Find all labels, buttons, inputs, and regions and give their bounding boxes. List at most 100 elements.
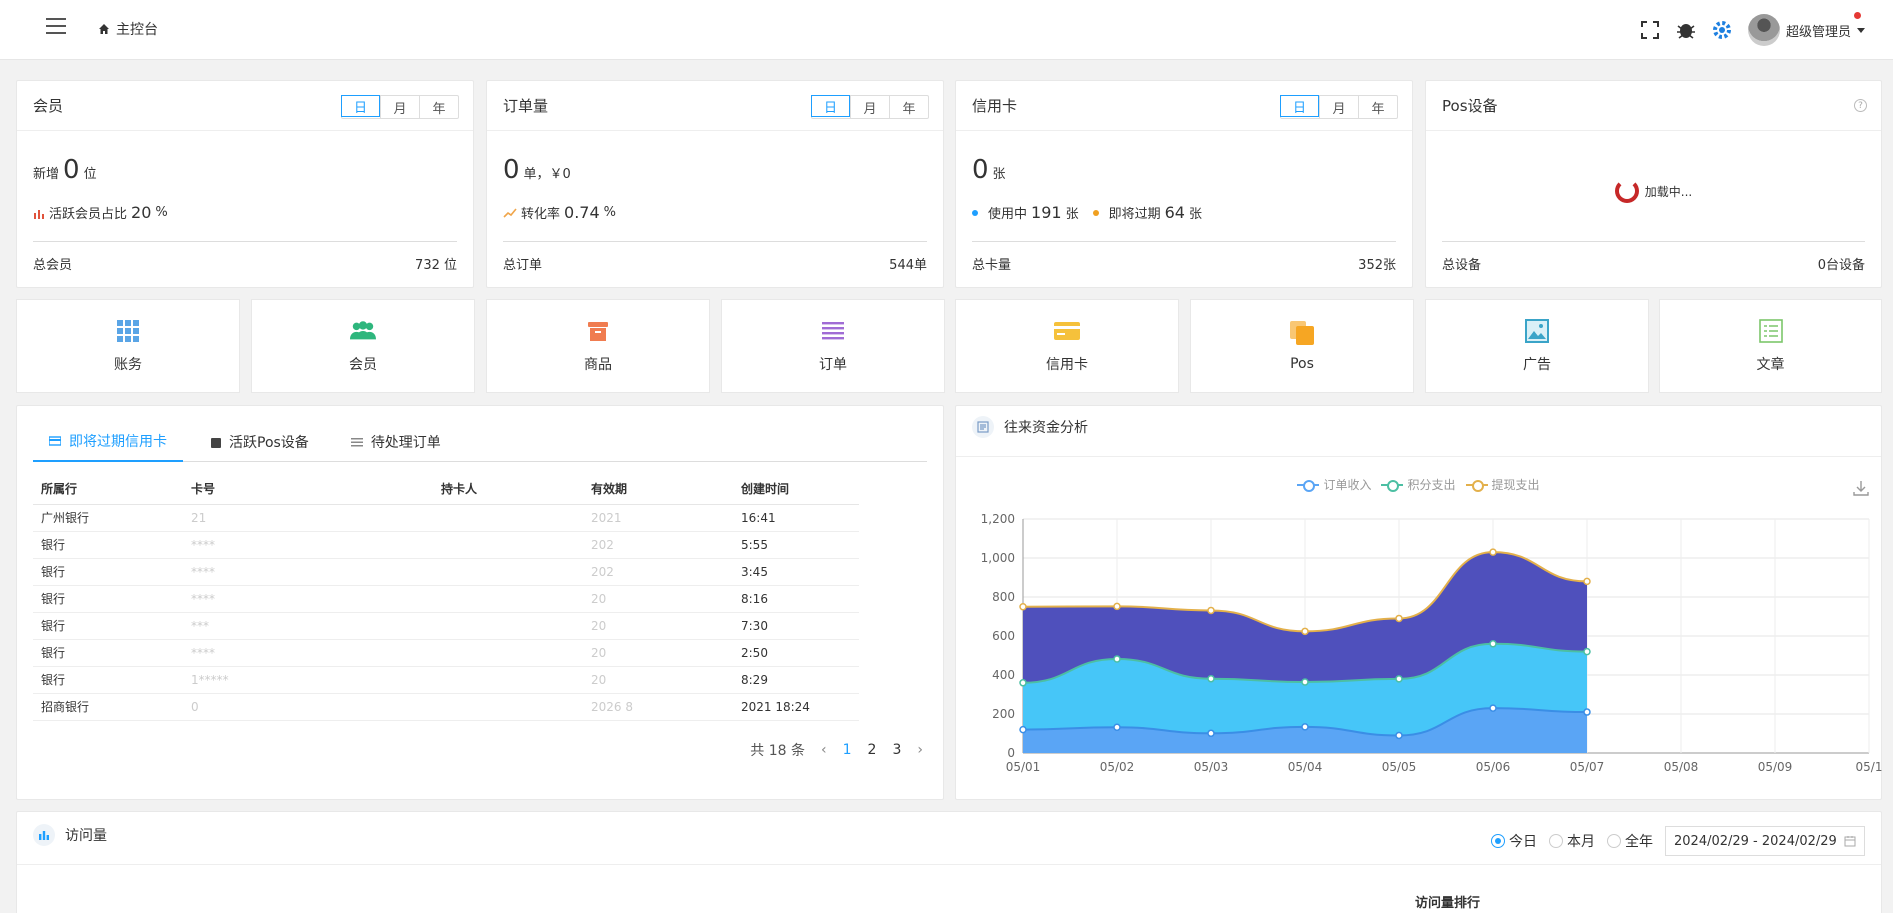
x-tick-label: 05/05 — [1382, 760, 1417, 774]
menu-icon[interactable] — [46, 18, 70, 38]
period-day[interactable]: 日 — [1280, 95, 1319, 117]
sub-stat: 使用中 191 张 即将过期 64 张 — [972, 203, 1202, 222]
page-1[interactable]: 1 — [843, 742, 852, 758]
data-point — [1207, 606, 1215, 615]
data-point — [1113, 723, 1121, 732]
chart-panel: 往来资金分析 订单收入 积分支出 提现支出 0 200 400 600 800 1,000… — [955, 405, 1882, 800]
doc-icon — [1758, 318, 1784, 344]
quick-link-credit-card[interactable]: 信用卡 — [955, 299, 1179, 393]
breadcrumb[interactable]: 主控台 — [98, 19, 158, 39]
col-holder: 持卡人 — [433, 474, 583, 505]
page-3[interactable]: 3 — [892, 742, 901, 758]
prefix-label: 新增 — [33, 167, 60, 182]
sub-b-value: 64 — [1164, 203, 1185, 222]
col-expiry: 有效期 — [583, 474, 733, 505]
quick-link-label: 商品 — [584, 357, 612, 373]
period-year[interactable]: 年 — [889, 96, 928, 118]
x-tick-label: 05/02 — [1100, 760, 1135, 774]
table-row[interactable]: 招商银行 0 2026 8 2021 18:24 — [33, 693, 859, 721]
ranking-title: 访问量排行 — [1415, 896, 1481, 911]
quick-link-label: 广告 — [1523, 357, 1551, 373]
cell: 银行 — [33, 639, 183, 667]
table-row[interactable]: 银行 **** 20 8:16 — [33, 585, 859, 613]
col-card-number: 卡号 — [183, 474, 433, 505]
stat-card-pos: Pos设备 ? 加载中... 总设备 0台设备 — [1425, 80, 1882, 288]
data-point — [1583, 647, 1591, 656]
data-point — [1019, 725, 1027, 734]
sub-stat: 活跃会员占比 20% — [33, 203, 168, 222]
tab-pending-orders[interactable]: 待处理订单 — [335, 422, 457, 462]
x-tick-label: 05/07 — [1570, 760, 1605, 774]
sub-b-label: 即将过期 — [1108, 207, 1161, 222]
cell: 8:29 — [733, 666, 859, 694]
cell: **** — [183, 585, 433, 613]
user-name: 超级管理员 — [1785, 24, 1851, 40]
x-tick-label: 05/09 — [1758, 760, 1793, 774]
funds-chart: 0 200 400 600 800 1,000 1,200 05/01 05/02 05/03 05… — [981, 512, 1883, 774]
page-2[interactable]: 2 — [868, 742, 877, 758]
date-range-input[interactable]: 2024/02/29 - 2024/02/29 — [1665, 826, 1865, 856]
quick-link-ads[interactable]: 广告 — [1425, 299, 1649, 393]
help-icon[interactable]: ? — [1854, 99, 1867, 112]
card-footer: 总设备 0台设备 — [1442, 241, 1865, 273]
bug-icon[interactable] — [1668, 12, 1704, 48]
quick-link-label: 账务 — [114, 357, 142, 373]
data-point — [1207, 729, 1215, 738]
home-icon — [99, 24, 109, 34]
next-page-icon[interactable]: › — [917, 742, 923, 758]
period-day[interactable]: 日 — [341, 95, 380, 117]
breadcrumb-label: 主控台 — [116, 22, 158, 38]
x-tick-label: 05/01 — [1006, 760, 1041, 774]
fullscreen-icon[interactable] — [1632, 12, 1668, 48]
table-row[interactable]: 银行 **** 202 3:45 — [33, 558, 859, 586]
period-day[interactable]: 日 — [811, 95, 850, 117]
sub-stat: 转化率 0.74% — [503, 203, 616, 222]
cell — [433, 693, 583, 721]
cell: 202 — [583, 558, 733, 586]
footer-label: 总订单 — [503, 258, 543, 273]
tab-active-pos[interactable]: 活跃Pos设备 — [193, 422, 325, 462]
radio-year[interactable]: 全年 — [1607, 831, 1653, 851]
x-tick-label: 05/04 — [1288, 760, 1323, 774]
tab-expiring-cards[interactable]: 即将过期信用卡 — [33, 422, 183, 462]
cell: **** — [183, 531, 433, 559]
x-tick-label: 05/06 — [1476, 760, 1511, 774]
tab-label: 活跃Pos设备 — [229, 435, 309, 451]
period-month[interactable]: 月 — [1319, 96, 1358, 118]
list-icon — [820, 318, 846, 344]
radio-month[interactable]: 本月 — [1549, 831, 1595, 851]
card-footer: 总订单 544单 — [503, 241, 927, 273]
cell: 20 — [583, 666, 733, 694]
radio-label: 今日 — [1509, 834, 1537, 850]
period-month[interactable]: 月 — [850, 96, 889, 118]
quick-link-pos[interactable]: Pos — [1190, 299, 1414, 393]
period-year[interactable]: 年 — [419, 96, 458, 118]
prev-page-icon[interactable]: ‹ — [821, 742, 827, 758]
period-year[interactable]: 年 — [1358, 96, 1397, 118]
table-row[interactable]: 银行 **** 20 2:50 — [33, 639, 859, 667]
cell — [433, 504, 583, 532]
table-row[interactable]: 广州银行 21 2021 16:41 — [33, 504, 859, 532]
footer-label: 总会员 — [33, 258, 73, 273]
quick-link-articles[interactable]: 文章 — [1659, 299, 1882, 393]
cell: 2021 18:24 — [733, 693, 859, 721]
table-row[interactable]: 银行 1***** 20 8:29 — [33, 666, 859, 694]
sub-value: 0.74 — [564, 203, 600, 222]
quick-link-members[interactable]: 会员 — [251, 299, 475, 393]
table-row[interactable]: 银行 **** 202 5:55 — [33, 531, 859, 559]
cell — [433, 639, 583, 667]
cell — [433, 666, 583, 694]
settings-icon[interactable] — [1704, 12, 1740, 48]
quick-link-finance[interactable]: 账务 — [16, 299, 240, 393]
quick-link-orders[interactable]: 订单 — [721, 299, 945, 393]
radio-today[interactable]: 今日 — [1491, 831, 1537, 851]
sub-label: 活跃会员占比 — [49, 207, 128, 222]
cell: 20 — [583, 612, 733, 640]
period-month[interactable]: 月 — [380, 96, 419, 118]
user-menu[interactable]: 超级管理员 — [1740, 12, 1893, 46]
data-point — [1395, 614, 1403, 623]
quick-link-products[interactable]: 商品 — [486, 299, 710, 393]
cell: 21 — [183, 504, 433, 532]
visits-filters: 今日 本月 全年 2024/02/29 - 2024/02/29 — [1491, 826, 1865, 856]
table-row[interactable]: 银行 *** 20 7:30 — [33, 612, 859, 640]
